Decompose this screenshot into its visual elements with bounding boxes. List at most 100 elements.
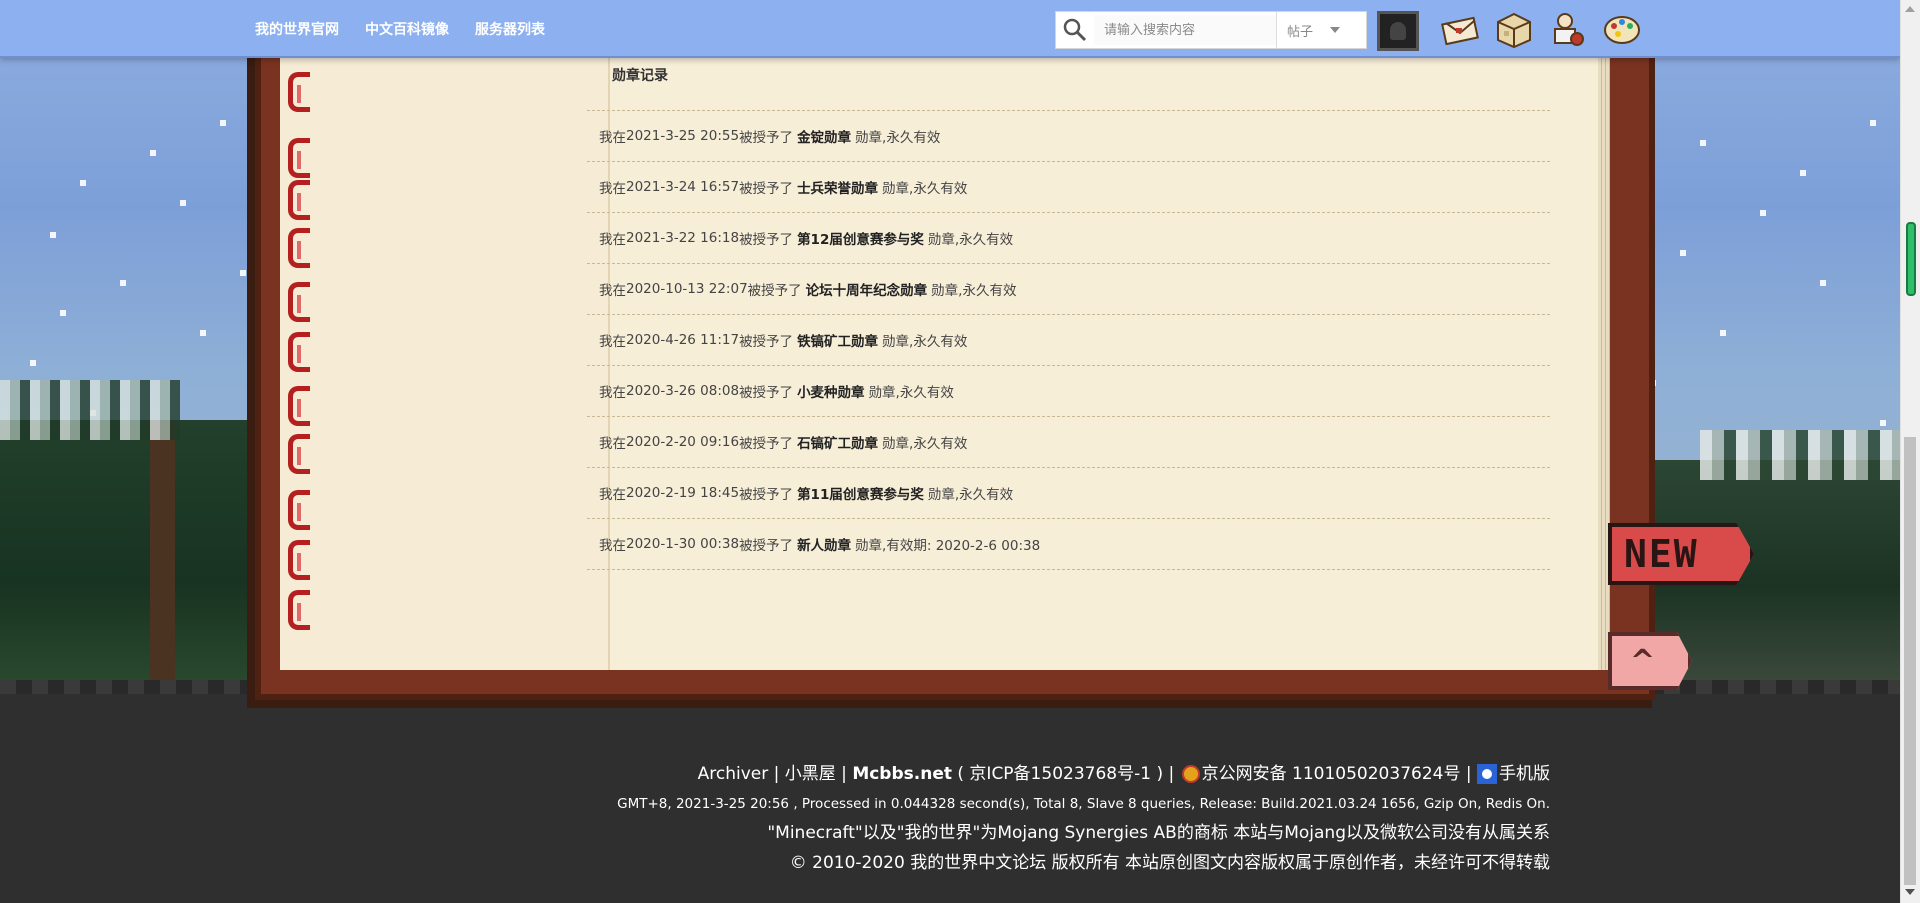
search-type-select[interactable]: 帖子 bbox=[1276, 12, 1350, 48]
mobile-paw-icon bbox=[1477, 764, 1497, 784]
palette-icon[interactable] bbox=[1602, 10, 1642, 50]
side-progress-indicator[interactable] bbox=[1906, 222, 1916, 296]
medal-datetime: 2020-1-30 00:38 bbox=[626, 536, 740, 552]
medal-datetime: 2020-2-20 09:16 bbox=[626, 434, 740, 450]
medal-verb: 被授予了 bbox=[739, 130, 794, 146]
medal-name: 论坛十周年纪念勋章 bbox=[805, 283, 928, 299]
medal-record-row: 我在 2020-10-13 22:07 被授予了 论坛十周年纪念勋章 勋章,永久有效 bbox=[587, 264, 1550, 315]
scrollbar-thumb[interactable] bbox=[1904, 437, 1916, 885]
medal-record-row: 我在 2020-4-26 11:17 被授予了 铁镐矿工勋章 勋章,永久有效 bbox=[587, 315, 1550, 366]
snowflake bbox=[80, 180, 86, 186]
medal-record-row: 我在 2021-3-22 16:18 被授予了 第12届创意赛参与奖 勋章,永久有效 bbox=[587, 213, 1550, 264]
medal-prefix: 我在 bbox=[599, 538, 626, 554]
medal-validity: 勋章,永久有效 bbox=[882, 334, 968, 350]
medal-validity: 勋章,永久有效 bbox=[927, 487, 1014, 503]
footer-trademark: "Minecraft"以及"我的世界"为Mojang Synergies AB的… bbox=[767, 823, 1550, 843]
medal-validity: 勋章,永久有效 bbox=[931, 283, 1017, 299]
user-avatar[interactable] bbox=[1377, 11, 1419, 51]
police-badge-icon bbox=[1181, 765, 1200, 783]
scroll-down-arrow-icon[interactable] bbox=[1905, 889, 1915, 895]
medal-name: 新人勋章 bbox=[797, 538, 852, 554]
medal-name: 第11届创意赛参与奖 bbox=[797, 487, 924, 503]
footer-separator: | bbox=[841, 764, 847, 784]
medal-record-row: 我在 2021-3-24 16:57 被授予了 士兵荣誉勋章 勋章,永久有效 bbox=[587, 162, 1550, 213]
binding-ring bbox=[288, 490, 310, 530]
new-post-label: NEW bbox=[1624, 532, 1699, 576]
search-bar: 帖子 bbox=[1055, 11, 1367, 49]
snowflake bbox=[1800, 170, 1806, 176]
medal-verb: 被授予了 bbox=[739, 181, 794, 197]
search-input[interactable] bbox=[1094, 15, 1276, 45]
gift-box-icon[interactable] bbox=[1494, 10, 1534, 50]
medal-datetime: 2021-3-24 16:57 bbox=[626, 179, 740, 195]
nav-link-wiki-mirror[interactable]: 中文百科镜像 bbox=[365, 19, 449, 39]
medal-datetime: 2021-3-25 20:55 bbox=[626, 128, 740, 144]
medal-verb: 被授予了 bbox=[739, 538, 794, 554]
chevron-down-icon bbox=[1330, 27, 1340, 33]
footer-site-name[interactable]: Mcbbs.net bbox=[852, 764, 952, 784]
medal-verb: 被授予了 bbox=[739, 334, 794, 350]
binding-ring bbox=[288, 590, 310, 630]
medal-prefix: 我在 bbox=[599, 232, 626, 248]
footer-separator: | bbox=[1465, 764, 1472, 784]
new-post-button[interactable]: NEW bbox=[1608, 523, 1754, 585]
snowy-tree-left bbox=[0, 380, 270, 690]
snowflake bbox=[1680, 250, 1686, 256]
medal-verb: 被授予了 bbox=[739, 436, 794, 452]
snowflake bbox=[120, 280, 126, 286]
footer-mobile-link[interactable]: 手机版 bbox=[1499, 764, 1550, 784]
snowflake bbox=[30, 360, 36, 366]
site-footer: Archiver | 小黑屋 | Mcbbs.net ( 京ICP备150237… bbox=[617, 758, 1550, 878]
back-to-top-label: ^ bbox=[1630, 643, 1656, 679]
binding-ring bbox=[288, 540, 310, 580]
snowflake bbox=[1870, 120, 1876, 126]
binding-ring bbox=[288, 332, 310, 372]
envelope-icon[interactable] bbox=[1440, 10, 1480, 50]
user-settings-icon[interactable] bbox=[1548, 10, 1588, 50]
nav-links: 我的世界官网 中文百科镜像 服务器列表 bbox=[255, 0, 545, 58]
medal-record-row: 我在 2020-2-20 09:16 被授予了 石镐矿工勋章 勋章,永久有效 bbox=[587, 417, 1550, 468]
medal-record-row: 我在 2020-3-26 08:08 被授予了 小麦种勋章 勋章,永久有效 bbox=[587, 366, 1550, 417]
medal-prefix: 我在 bbox=[599, 334, 626, 350]
medal-datetime: 2021-3-22 16:18 bbox=[626, 230, 740, 246]
scroll-up-arrow-icon[interactable] bbox=[1905, 6, 1915, 12]
medal-prefix: 我在 bbox=[599, 487, 626, 503]
binding-ring bbox=[288, 434, 310, 474]
footer-archiver-link[interactable]: Archiver bbox=[698, 764, 769, 784]
footer-police-link[interactable]: 京公网安备 11010502037624号 bbox=[1202, 764, 1461, 784]
medal-validity: 勋章,永久有效 bbox=[882, 181, 968, 197]
medal-prefix: 我在 bbox=[599, 385, 626, 401]
book-left-page bbox=[280, 50, 610, 670]
medal-record-list: 我在 2021-3-25 20:55 被授予了 金锭勋章 勋章,永久有效 我在 202… bbox=[587, 110, 1550, 570]
medal-record-row: 我在 2021-3-25 20:55 被授予了 金锭勋章 勋章,永久有效 bbox=[587, 111, 1550, 162]
medal-name: 小麦种勋章 bbox=[797, 385, 865, 401]
back-to-top-button[interactable]: ^ bbox=[1608, 632, 1692, 690]
medal-validity: 勋章,永久有效 bbox=[927, 232, 1014, 248]
medal-record-heading: 勋章记录 bbox=[612, 68, 668, 84]
nav-link-official-site[interactable]: 我的世界官网 bbox=[255, 19, 339, 39]
binding-ring bbox=[288, 282, 310, 322]
medal-name: 金锭勋章 bbox=[797, 130, 852, 146]
footer-icp-link[interactable]: ( 京ICP备15023768号-1 ) bbox=[957, 764, 1163, 784]
footer-copyright: © 2010-2020 我的世界中文论坛 版权所有 本站原创图文内容版权属于原创… bbox=[789, 853, 1550, 873]
nav-link-server-list[interactable]: 服务器列表 bbox=[475, 19, 545, 39]
medal-verb: 被授予了 bbox=[739, 487, 794, 503]
footer-blackroom-link[interactable]: 小黑屋 bbox=[785, 764, 836, 784]
medal-verb: 被授予了 bbox=[747, 283, 802, 299]
binding-ring bbox=[288, 180, 310, 220]
medal-datetime: 2020-4-26 11:17 bbox=[626, 332, 740, 348]
binding-ring bbox=[288, 138, 310, 178]
medal-validity: 勋章,永久有效 bbox=[855, 130, 941, 146]
medal-prefix: 我在 bbox=[599, 436, 626, 452]
search-icon[interactable] bbox=[1056, 12, 1094, 48]
medal-prefix: 我在 bbox=[599, 130, 626, 146]
medal-prefix: 我在 bbox=[599, 283, 626, 299]
medal-validity: 勋章,永久有效 bbox=[868, 385, 954, 401]
snowflake bbox=[150, 150, 156, 156]
binding-ring bbox=[288, 386, 310, 426]
medal-datetime: 2020-2-19 18:45 bbox=[626, 485, 740, 501]
snowflake bbox=[1820, 280, 1826, 286]
top-navbar: 我的世界官网 中文百科镜像 服务器列表 帖子 bbox=[0, 0, 1900, 58]
search-type-label: 帖子 bbox=[1287, 24, 1314, 40]
medal-name: 铁镐矿工勋章 bbox=[797, 334, 879, 350]
